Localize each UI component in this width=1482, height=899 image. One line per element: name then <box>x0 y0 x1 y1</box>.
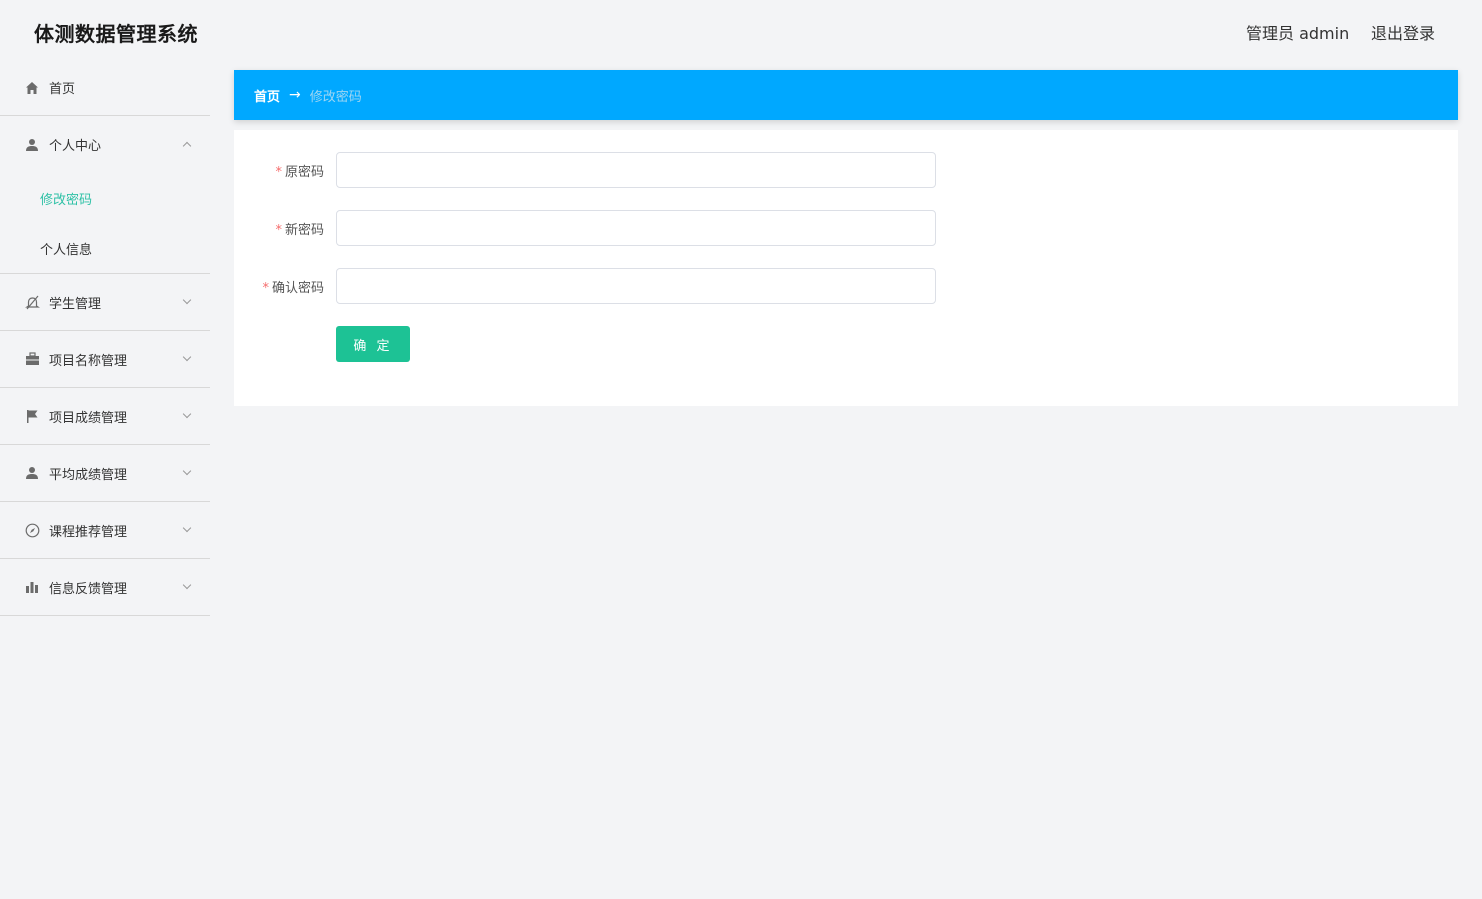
required-asterisk: * <box>275 223 282 238</box>
confirm-password-label: * 确认密码 <box>262 281 324 296</box>
personal-center-submenu: 修改密码 个人信息 <box>0 173 210 274</box>
confirm-button[interactable]: 确 定 <box>336 326 410 362</box>
sidebar-item-label: 平均成绩管理 <box>49 467 128 483</box>
sidebar-item-label: 首页 <box>49 82 76 97</box>
app-title: 体测数据管理系统 <box>34 22 198 46</box>
sidebar-item-course-recommendation-management[interactable]: 课程推荐管理 <box>0 502 210 559</box>
chevron-up-icon <box>182 141 192 150</box>
sidebar-item-label: 项目成绩管理 <box>49 410 128 426</box>
sidebar-item-label: 信息反馈管理 <box>49 581 128 597</box>
sidebar-item-label: 项目名称管理 <box>49 353 128 369</box>
chevron-down-icon <box>182 409 192 419</box>
confirm-password-row: * 确认密码 <box>234 268 1458 304</box>
chevron-down-icon <box>182 352 192 362</box>
sidebar: 首页 个人中心 修改密码 个人信息 学生管理 项目名称管理 项目成绩管理 平均成… <box>0 60 210 899</box>
new-password-row: * 新密码 <box>234 210 1458 246</box>
briefcase-icon <box>24 351 40 367</box>
home-icon <box>24 80 40 96</box>
breadcrumb-current: 修改密码 <box>309 89 362 105</box>
chevron-down-icon <box>182 580 192 590</box>
flag-icon <box>24 408 40 424</box>
bar-chart-icon <box>24 579 40 595</box>
sidebar-item-label: 课程推荐管理 <box>49 524 128 540</box>
sidebar-subitem-personal-info[interactable]: 个人信息 <box>0 223 210 273</box>
old-password-label: * 原密码 <box>275 165 324 180</box>
old-password-row: * 原密码 <box>234 152 1458 188</box>
required-asterisk: * <box>275 165 282 180</box>
sidebar-item-project-name-management[interactable]: 项目名称管理 <box>0 331 210 388</box>
breadcrumb-home-link[interactable]: 首页 <box>254 86 280 105</box>
sidebar-item-personal-center[interactable]: 个人中心 <box>0 116 210 173</box>
arrow-right-icon: → <box>289 87 301 103</box>
bell-off-icon <box>24 294 40 310</box>
sidebar-item-project-score-management[interactable]: 项目成绩管理 <box>0 388 210 445</box>
chevron-down-icon <box>182 466 192 476</box>
top-header: 体测数据管理系统 管理员 admin 退出登录 <box>0 0 1482 60</box>
sidebar-item-label: 个人中心 <box>49 139 102 154</box>
old-password-input[interactable] <box>336 152 936 188</box>
user-icon <box>24 465 40 481</box>
user-label: 管理员 admin <box>1246 24 1350 43</box>
sidebar-item-label: 学生管理 <box>49 296 102 312</box>
chevron-down-icon <box>182 295 192 305</box>
sidebar-item-feedback-management[interactable]: 信息反馈管理 <box>0 559 210 616</box>
new-password-input[interactable] <box>336 210 936 246</box>
sidebar-item-average-score-management[interactable]: 平均成绩管理 <box>0 445 210 502</box>
required-asterisk: * <box>262 281 269 296</box>
change-password-panel: * 原密码 * 新密码 * 确认密码 确 定 <box>234 130 1458 406</box>
breadcrumb: 首页 → 修改密码 <box>234 70 1458 120</box>
sidebar-item-home[interactable]: 首页 <box>0 60 210 116</box>
sidebar-item-student-management[interactable]: 学生管理 <box>0 274 210 331</box>
confirm-password-input[interactable] <box>336 268 936 304</box>
compass-icon <box>24 522 40 538</box>
logout-link[interactable]: 退出登录 <box>1371 20 1435 44</box>
chevron-down-icon <box>182 523 192 533</box>
sidebar-subitem-change-password[interactable]: 修改密码 <box>0 173 210 223</box>
user-icon <box>24 137 40 153</box>
new-password-label: * 新密码 <box>275 223 324 238</box>
page: 体测数据管理系统 管理员 admin 退出登录 首页 个人中心 修改密码 个人信… <box>0 0 1482 899</box>
